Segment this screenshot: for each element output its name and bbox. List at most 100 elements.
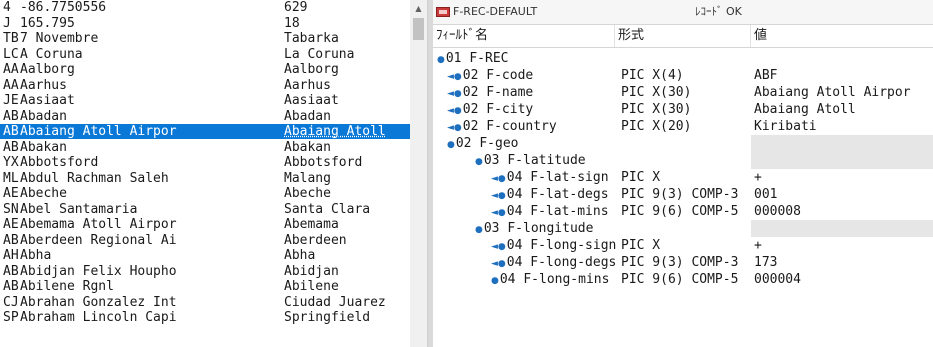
field-name-text: 02 F-country bbox=[462, 119, 557, 134]
list-item-name: Abbotsford bbox=[20, 155, 99, 170]
field-format: PIC 9(3) COMP-3 bbox=[621, 187, 739, 202]
list-item-name: A Coruna bbox=[20, 47, 83, 62]
column-header-field-name[interactable]: ﾌｨｰﾙﾄﾞ名 bbox=[433, 25, 615, 47]
list-item-name: Abemama Atoll Airpor bbox=[20, 217, 177, 232]
list-item-name: Abel Santamaria bbox=[20, 202, 138, 217]
list-item-name: Abha bbox=[20, 248, 52, 263]
record-field-row[interactable]: ◄●04 F-lat-sign PIC X + bbox=[433, 169, 933, 186]
list-item-city: Abilene bbox=[284, 279, 339, 294]
list-item-name: Aarhus bbox=[20, 78, 67, 93]
list-item-city: Aasiaat bbox=[284, 93, 339, 108]
list-item-code: ABR bbox=[3, 233, 19, 248]
group-dot-icon: ● bbox=[475, 225, 483, 235]
list-item-code: CJS bbox=[3, 295, 19, 310]
list-item[interactable]: SPIAbraham Lincoln Capi Springfield bbox=[0, 310, 410, 325]
record-field-row[interactable]: ●04 F-long-mins PIC 9(6) COMP-5 000004 bbox=[433, 271, 933, 288]
field-format: PIC X bbox=[621, 238, 661, 253]
field-arrow-icon: ◄● bbox=[491, 259, 506, 269]
record-field-row[interactable]: ◄●04 F-long-sign PIC X + bbox=[433, 237, 933, 254]
scroll-up-arrow-icon[interactable]: ▲ bbox=[410, 0, 427, 17]
field-name-text: 04 F-long-mins bbox=[499, 272, 610, 287]
field-arrow-icon: ◄● bbox=[447, 106, 462, 116]
list-item[interactable]: YXXAbbotsfordAbbotsford bbox=[0, 155, 410, 170]
list-item-code: ABD bbox=[3, 109, 19, 124]
list-scrollbar[interactable]: ▲ bbox=[410, 0, 427, 347]
list-item[interactable]: ABJAbidjan Felix Houpho Abidjan bbox=[0, 264, 410, 279]
list-item[interactable]: ABRAberdeen Regional Ai Aberdeen bbox=[0, 233, 410, 248]
field-format: PIC X bbox=[621, 170, 661, 185]
list-item-city: Santa Clara bbox=[284, 202, 371, 217]
record-field-row[interactable]: ◄●04 F-lat-degs PIC 9(3) COMP-3 001 bbox=[433, 186, 933, 203]
record-field-row[interactable]: ◄●04 F-lat-mins PIC 9(6) COMP-5 000008 bbox=[433, 203, 933, 220]
list-item[interactable]: AALAalborgAalborg bbox=[0, 62, 410, 77]
list-item-city: Abbotsford bbox=[284, 155, 363, 170]
list-item-name: Abilene Rgnl bbox=[20, 279, 114, 294]
list-item[interactable]: AARAarhusAarhus bbox=[0, 78, 410, 93]
record-field-row[interactable]: ●03 F-latitude bbox=[433, 152, 933, 169]
list-item-city: Abha bbox=[284, 248, 316, 263]
list-item[interactable]: ABAAbakanAbakan bbox=[0, 140, 410, 155]
record-field-row[interactable]: ●01 F-REC bbox=[433, 50, 933, 67]
column-header-format[interactable]: 形式 bbox=[615, 25, 751, 47]
list-item-city: Springfield bbox=[284, 310, 371, 325]
list-item-code: AEH bbox=[3, 186, 19, 201]
field-arrow-icon: ◄● bbox=[491, 242, 506, 252]
field-value: + bbox=[754, 238, 762, 253]
list-item-code: ABJ bbox=[3, 264, 19, 279]
field-name-text: 02 F-city bbox=[462, 102, 534, 117]
list-item-name: 7 Novembre bbox=[20, 31, 99, 46]
record-field-row[interactable]: ◄●02 F-name PIC X(30) Abaiang Atoll Airpor bbox=[433, 84, 933, 101]
list-item-city: Aalborg bbox=[284, 62, 339, 77]
list-item[interactable]: AEHAbecheAbeche bbox=[0, 186, 410, 201]
record-viewer: F-REC-DEFAULT ﾚｺｰﾄﾞ OK ﾌｨｰﾙﾄﾞ名 形式 値 ●01 … bbox=[433, 0, 933, 347]
list-item[interactable]: MLGAbdul Rachman Saleh Malang bbox=[0, 171, 410, 186]
list-item-name: 165.795 bbox=[20, 16, 75, 31]
group-dot-icon: ● bbox=[437, 55, 445, 65]
list-item-code: AHB bbox=[3, 248, 19, 263]
record-field-row[interactable]: ◄●02 F-code PIC X(4) ABF bbox=[433, 67, 933, 84]
record-field-row[interactable]: ●02 F-geo bbox=[433, 135, 933, 152]
list-item[interactable]: CJSAbrahan Gonzalez Int Ciudad Juarez bbox=[0, 295, 410, 310]
list-item-name: Aalborg bbox=[20, 62, 75, 77]
list-item[interactable]: TBJ7 Novembre Tabarka bbox=[0, 31, 410, 46]
list-item[interactable]: AHBAbhaAbha bbox=[0, 248, 410, 263]
list-item[interactable]: AEAAbemama Atoll Airpor Abemama bbox=[0, 217, 410, 232]
list-item[interactable]: ABIAbilene Rgnl Abilene bbox=[0, 279, 410, 294]
airport-list[interactable]: 4 -86.7750556 629 J 165.795 18 TBJ7 Novembre Ta… bbox=[0, 0, 410, 347]
list-item[interactable]: ABDAbadanAbadan bbox=[0, 109, 410, 124]
list-item-code: MLG bbox=[3, 171, 19, 186]
field-format: PIC 9(6) COMP-5 bbox=[621, 272, 739, 287]
list-item-name: -86.7750556 bbox=[20, 0, 107, 15]
list-item[interactable]: ABFAbaiang Atoll Airpor Abaiang Atoll bbox=[0, 124, 410, 139]
record-titlebar: F-REC-DEFAULT ﾚｺｰﾄﾞ OK bbox=[433, 0, 933, 25]
scroll-thumb[interactable] bbox=[413, 18, 424, 40]
field-value bbox=[751, 135, 933, 152]
list-item-city: Ciudad Juarez bbox=[284, 295, 386, 310]
list-item-name: Abidjan Felix Houpho bbox=[20, 264, 177, 279]
record-field-row[interactable]: ●03 F-longitude bbox=[433, 220, 933, 237]
list-item-city: Malang bbox=[284, 171, 331, 186]
record-field-row[interactable]: ◄●02 F-country PIC X(20) Kiribati bbox=[433, 118, 933, 135]
field-value: Abaiang Atoll bbox=[754, 102, 856, 117]
list-item-code: YXX bbox=[3, 155, 19, 170]
column-header-row: ﾌｨｰﾙﾄﾞ名 形式 値 bbox=[433, 25, 933, 48]
list-item[interactable]: J 165.795 18 bbox=[0, 16, 410, 31]
field-value: 001 bbox=[754, 187, 778, 202]
column-header-value[interactable]: 値 bbox=[751, 25, 933, 47]
field-name-text: 04 F-lat-mins bbox=[506, 204, 609, 219]
field-format: PIC 9(6) COMP-5 bbox=[621, 204, 739, 219]
field-format: PIC X(20) bbox=[621, 119, 692, 134]
record-field-row[interactable]: ◄●04 F-long-degs PIC 9(3) COMP-3 173 bbox=[433, 254, 933, 271]
field-arrow-icon: ◄● bbox=[491, 174, 506, 184]
list-item[interactable]: LCGA Coruna La Coruna bbox=[0, 47, 410, 62]
list-item-city: Tabarka bbox=[284, 31, 339, 46]
field-arrow-icon: ◄● bbox=[491, 191, 506, 201]
field-format: PIC X(4) bbox=[621, 68, 684, 83]
list-item-code: SNU bbox=[3, 202, 19, 217]
list-item[interactable]: SNUAbel Santamaria Santa Clara bbox=[0, 202, 410, 217]
field-value: Kiribati bbox=[754, 119, 817, 134]
list-item[interactable]: 4 -86.7750556 629 bbox=[0, 0, 410, 15]
list-item[interactable]: JEGAasiaatAasiaat bbox=[0, 93, 410, 108]
field-value: Abaiang Atoll Airpor bbox=[754, 85, 911, 100]
record-field-row[interactable]: ◄●02 F-city PIC X(30) Abaiang Atoll bbox=[433, 101, 933, 118]
